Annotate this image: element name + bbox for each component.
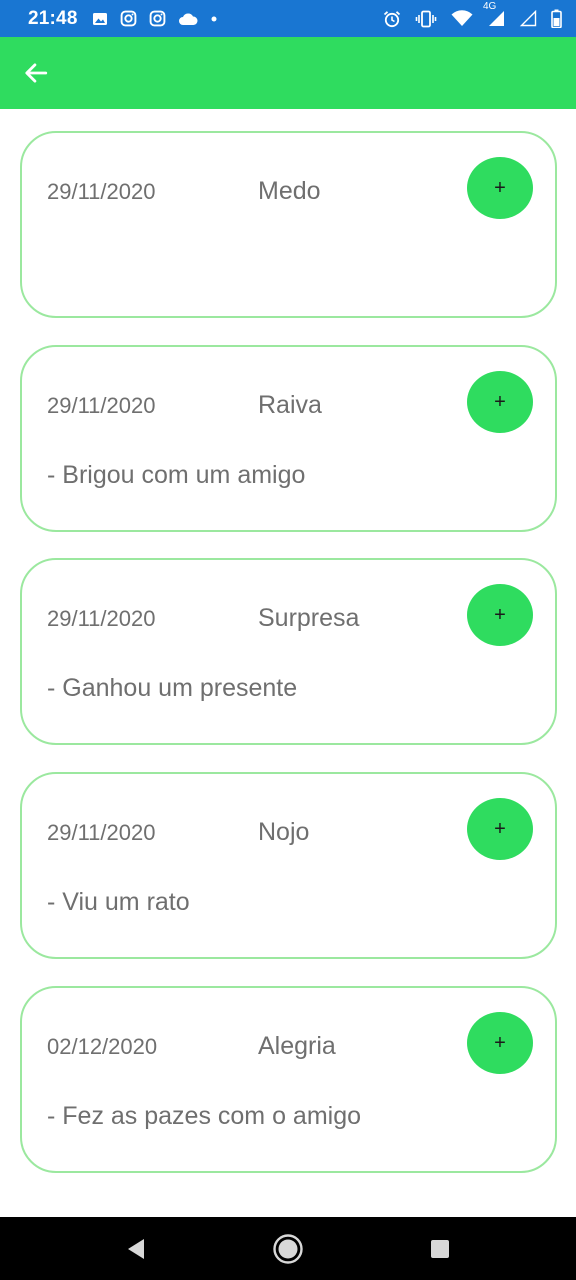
status-left-icons — [92, 10, 218, 27]
signal-icon: 4G — [483, 1, 505, 27]
entries-list: 29/11/2020 Medo + 29/11/2020 Raiva - Bri… — [0, 109, 576, 1217]
entry-note: - Brigou com um amigo — [47, 461, 306, 489]
emotion-entry-card: 29/11/2020 Surpresa - Ganhou um presente… — [20, 558, 557, 745]
status-bar: 21:48 4G — [0, 0, 576, 37]
nav-recents-button[interactable] — [422, 1231, 458, 1267]
recents-square-icon — [431, 1239, 449, 1258]
entry-date: 29/11/2020 — [47, 179, 156, 204]
back-triangle-icon — [128, 1238, 144, 1259]
signal-empty-icon — [519, 10, 537, 27]
image-icon — [92, 11, 108, 27]
status-time: 21:48 — [28, 7, 78, 29]
entry-note: - Viu um rato — [47, 888, 190, 916]
vibrate-icon — [415, 10, 437, 28]
entry-date: 29/11/2020 — [47, 606, 156, 631]
entry-date: 02/12/2020 — [47, 1034, 158, 1059]
nav-back-button[interactable] — [118, 1231, 154, 1267]
add-note-button[interactable]: + — [467, 371, 533, 433]
emotion-entry-card: 02/12/2020 Alegria - Fez as pazes com o … — [20, 986, 557, 1173]
battery-icon — [551, 9, 562, 28]
system-nav-bar — [0, 1217, 576, 1280]
alarm-icon — [383, 10, 401, 28]
arrow-left-icon — [25, 63, 48, 83]
status-right-icons: 4G — [383, 1, 562, 28]
entry-date: 29/11/2020 — [47, 820, 156, 845]
wifi-icon — [451, 10, 473, 27]
entry-emotion: Surpresa — [258, 604, 360, 632]
add-note-button[interactable]: + — [467, 1012, 533, 1074]
entry-note: - Fez as pazes com o amigo — [47, 1102, 362, 1130]
network-label: 4G — [483, 1, 497, 12]
emotion-entry-card: 29/11/2020 Raiva - Brigou com um amigo + — [20, 345, 557, 532]
add-note-button[interactable]: + — [467, 584, 533, 646]
entry-emotion: Nojo — [258, 818, 310, 846]
nav-home-button[interactable] — [270, 1231, 306, 1267]
dot-icon — [210, 15, 218, 23]
entry-emotion: Medo — [258, 177, 321, 205]
entry-date: 29/11/2020 — [47, 393, 156, 418]
emotion-entry-card: 29/11/2020 Nojo - Viu um rato + — [20, 772, 557, 959]
instagram-icon — [149, 10, 166, 27]
add-note-button[interactable]: + — [467, 798, 533, 860]
home-circle-icon — [273, 1233, 303, 1264]
entry-emotion: Raiva — [258, 391, 322, 419]
add-note-button[interactable]: + — [467, 157, 533, 219]
back-button[interactable] — [22, 59, 50, 87]
entry-emotion: Alegria — [258, 1032, 336, 1060]
cloud-icon — [178, 12, 198, 26]
entry-note: - Ganhou um presente — [47, 674, 298, 702]
emotion-entry-card: 29/11/2020 Medo + — [20, 131, 557, 318]
app-bar — [0, 37, 576, 109]
instagram-icon — [120, 10, 137, 27]
